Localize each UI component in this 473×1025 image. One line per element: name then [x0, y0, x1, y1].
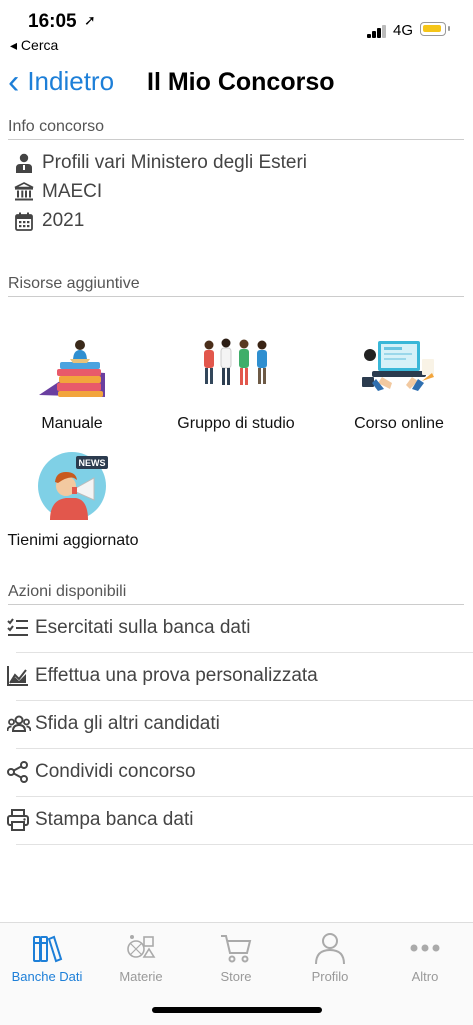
back-label: Indietro [27, 66, 115, 96]
person-icon [14, 153, 34, 173]
checklist-icon [7, 617, 29, 639]
study-group-icon [199, 333, 273, 407]
cart-icon [219, 931, 253, 965]
action-sfida[interactable]: Sfida gli altri candidati [0, 701, 473, 749]
resource-label: Tienimi aggiornato [7, 532, 139, 549]
back-to-app-link[interactable]: ◂ Cerca [10, 37, 58, 54]
share-icon [7, 761, 29, 783]
tab-materie[interactable]: Materie [94, 931, 188, 984]
info-text: Profili vari Ministero degli Esteri [42, 152, 308, 173]
back-button[interactable]: ‹ Indietro [8, 62, 115, 101]
section-header-info: Info concorso [8, 118, 464, 140]
print-icon [7, 809, 29, 831]
section-header-resources: Risorse aggiuntive [8, 275, 464, 297]
battery-icon [420, 22, 450, 36]
news-badge-text: NEWS [79, 458, 106, 468]
resource-manuale[interactable]: Manuale [22, 333, 122, 433]
action-esercitati[interactable]: Esercitati sulla banca dati [0, 605, 473, 653]
page-title: Il Mio Concorso [147, 68, 335, 96]
info-text: MAECI [42, 181, 103, 202]
info-text: 2021 [42, 210, 85, 231]
more-icon [408, 931, 442, 965]
resource-label: Gruppo di studio [177, 415, 295, 432]
network-label: 4G [393, 22, 414, 39]
resource-tienimi-aggiornato[interactable]: NEWS Tienimi aggiornato [0, 450, 146, 550]
action-label: Condividi concorso [35, 761, 196, 782]
action-label: Effettua una prova personalizzata [35, 665, 318, 686]
location-arrow-icon: ➚ [84, 12, 96, 28]
status-time: 16:05 [28, 11, 77, 32]
signal-icon [367, 24, 389, 38]
resource-gruppo-studio[interactable]: Gruppo di studio [166, 333, 306, 433]
group-icon [6, 713, 32, 735]
info-row-year: 2021 [14, 210, 84, 232]
tab-label: Banche Dati [11, 969, 83, 984]
section-header-actions: Azioni disponibili [8, 583, 464, 605]
tab-label: Materie [119, 969, 163, 984]
tab-label: Profilo [311, 969, 349, 984]
action-label: Esercitati sulla banca dati [35, 617, 251, 638]
status-bar: 16:05 ➚ ◂ Cerca 4G [0, 0, 473, 58]
action-label: Sfida gli altri candidati [35, 713, 220, 734]
tab-label: Store [220, 969, 252, 984]
chart-icon [7, 665, 29, 687]
books-icon [35, 333, 109, 407]
profile-icon [313, 931, 347, 965]
action-prova-personalizzata[interactable]: Effettua una prova personalizzata [0, 653, 473, 701]
info-row-profile: Profili vari Ministero degli Esteri [14, 152, 307, 174]
action-stampa[interactable]: Stampa banca dati [0, 797, 473, 845]
divider [16, 844, 473, 845]
laptop-icon [362, 333, 436, 407]
tab-label: Altro [411, 969, 439, 984]
home-indicator[interactable] [152, 1007, 322, 1013]
subjects-icon [124, 931, 158, 965]
institution-icon [14, 182, 34, 202]
resource-label: Corso online [354, 415, 444, 432]
nav-bar: ‹ Indietro Il Mio Concorso [0, 60, 473, 106]
news-megaphone-icon: NEWS [36, 450, 110, 524]
resource-label: Manuale [41, 415, 103, 432]
tab-store[interactable]: Store [189, 931, 283, 984]
tab-profilo[interactable]: Profilo [283, 931, 377, 984]
info-row-institution: MAECI [14, 181, 102, 203]
action-condividi[interactable]: Condividi concorso [0, 749, 473, 797]
resource-corso-online[interactable]: Corso online [344, 333, 454, 433]
tab-banche-dati[interactable]: Banche Dati [0, 931, 94, 984]
calendar-icon [14, 212, 34, 231]
chevron-left-icon: ‹ [8, 62, 20, 101]
action-label: Stampa banca dati [35, 809, 194, 830]
tab-altro[interactable]: Altro [378, 931, 472, 984]
books-icon [30, 931, 64, 965]
